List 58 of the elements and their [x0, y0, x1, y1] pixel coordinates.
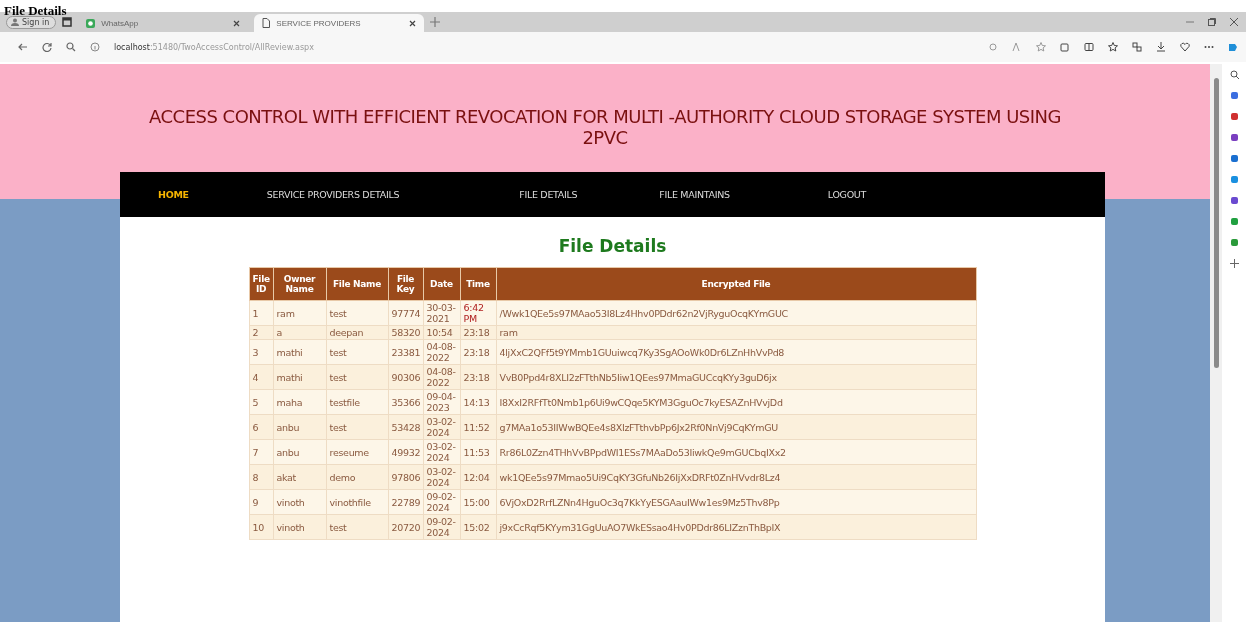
heart-icon[interactable]	[1180, 42, 1190, 52]
table-cell: 4	[249, 364, 273, 390]
table-cell: 5	[249, 389, 273, 415]
column-header: Owner Name	[273, 267, 326, 301]
table-cell: VvB0Ppd4r8XLI2zFTthNb5Iiw1QEes97MmaGUCcqKYy3guD6jx	[496, 364, 976, 390]
restore-icon[interactable]	[1208, 18, 1216, 26]
table-cell: 7	[249, 439, 273, 465]
column-header: File Name	[326, 267, 388, 301]
column-header: File Key	[388, 267, 423, 301]
scrollbar[interactable]	[1210, 64, 1222, 622]
scroll-thumb[interactable]	[1213, 78, 1219, 368]
page-heading: File Details	[558, 235, 667, 257]
site-title: ACCESS CONTROL WITH EFFICIENT REVOCATION FOR MULTI -AUTHORITY CLOUD STORAGE SYSTEM USING 2PVC	[148, 106, 1062, 148]
page-icon	[262, 18, 271, 28]
info-icon	[90, 42, 100, 52]
chat-icon	[86, 18, 96, 28]
nav-link[interactable]: FILE MAINTAINS	[659, 185, 730, 204]
table-cell: 3	[249, 339, 273, 365]
table-cell: j9xCcRqf5KYym31GgUuAO7WkESsao4Hv0PDdr86LIZznThBpIX	[496, 514, 976, 540]
person-icon	[11, 18, 19, 26]
nav-link[interactable]: FILE DETAILS	[519, 185, 578, 204]
refresh-icon[interactable]	[42, 42, 52, 52]
nav-link[interactable]: HOME	[158, 185, 189, 204]
table-cell: 6	[249, 414, 273, 440]
column-header: Time	[460, 267, 496, 301]
table-cell: 1	[249, 300, 273, 326]
close-icon[interactable]	[1230, 18, 1238, 26]
column-header: Date	[423, 267, 460, 301]
collections-icon[interactable]	[1132, 42, 1142, 52]
back-icon[interactable]	[18, 42, 28, 52]
split-screen-icon[interactable]	[1084, 42, 1094, 52]
nav-link[interactable]: LOGOUT	[827, 185, 866, 204]
tab-actions-icon[interactable]	[62, 17, 73, 27]
table-cell: /Wwk1QEe5s97MAao53I8Lz4Hhv0PDdr62n2VjRyguOcqKYmGUC	[496, 300, 976, 326]
browser-tab[interactable]: SERVICE PROVIDERS	[254, 14, 425, 32]
table-cell: I8XxI2RFfTt0Nmb1p6Ui9wCQqe5KYM3GguOc7kyESAZnHVvjDd	[496, 389, 976, 415]
star-icon[interactable]	[1036, 42, 1046, 52]
table-cell: wk1QEe5s97Mmao5Ui9CqKY3GfuNb26IjXxDRFt0ZnHVvdr8Lz4	[496, 464, 976, 490]
search-icon[interactable]	[1229, 70, 1239, 79]
browser-tab[interactable]: WhatsApp	[78, 14, 249, 32]
table-cell: g7MAa1o53IIWwBQEe4s8XIzFTthvbPp6Jx2Rf0NnVj9CqKYmGU	[496, 414, 976, 440]
table-cell: 8	[249, 464, 273, 490]
column-header: Encrypted File	[496, 267, 976, 301]
table-cell: 6VjOxD2RrfLZNn4HguOc3q7KkYyESGAauIWw1es9Mz5Thv8Pp	[496, 489, 976, 515]
table-cell: Rr86L0Zzn4THhVvBPpdWI1ESs7MAaDo53IiwkQe9mGUCbqIXx2	[496, 439, 976, 465]
column-header: File ID	[249, 267, 273, 301]
profile-button[interactable]: Sign in	[6, 15, 57, 29]
close-icon[interactable]	[233, 19, 241, 27]
document-caption: File Details	[4, 5, 67, 17]
nav-link[interactable]: SERVICE PROVIDERS DETAILS	[266, 185, 400, 204]
download-icon[interactable]	[1156, 42, 1166, 52]
table-cell: 9	[249, 489, 273, 515]
table-cell: 4ljXxC2QFf5t9YMmb1GUuiwcq7Ky3SgAOoWk0Dr6LZnHhVvPd8	[496, 339, 976, 365]
search-icon[interactable]	[66, 42, 76, 52]
favorites-icon[interactable]	[1108, 42, 1118, 52]
table-cell: 10	[249, 514, 273, 540]
add-icon[interactable]	[1229, 259, 1239, 268]
close-icon[interactable]	[409, 19, 417, 27]
